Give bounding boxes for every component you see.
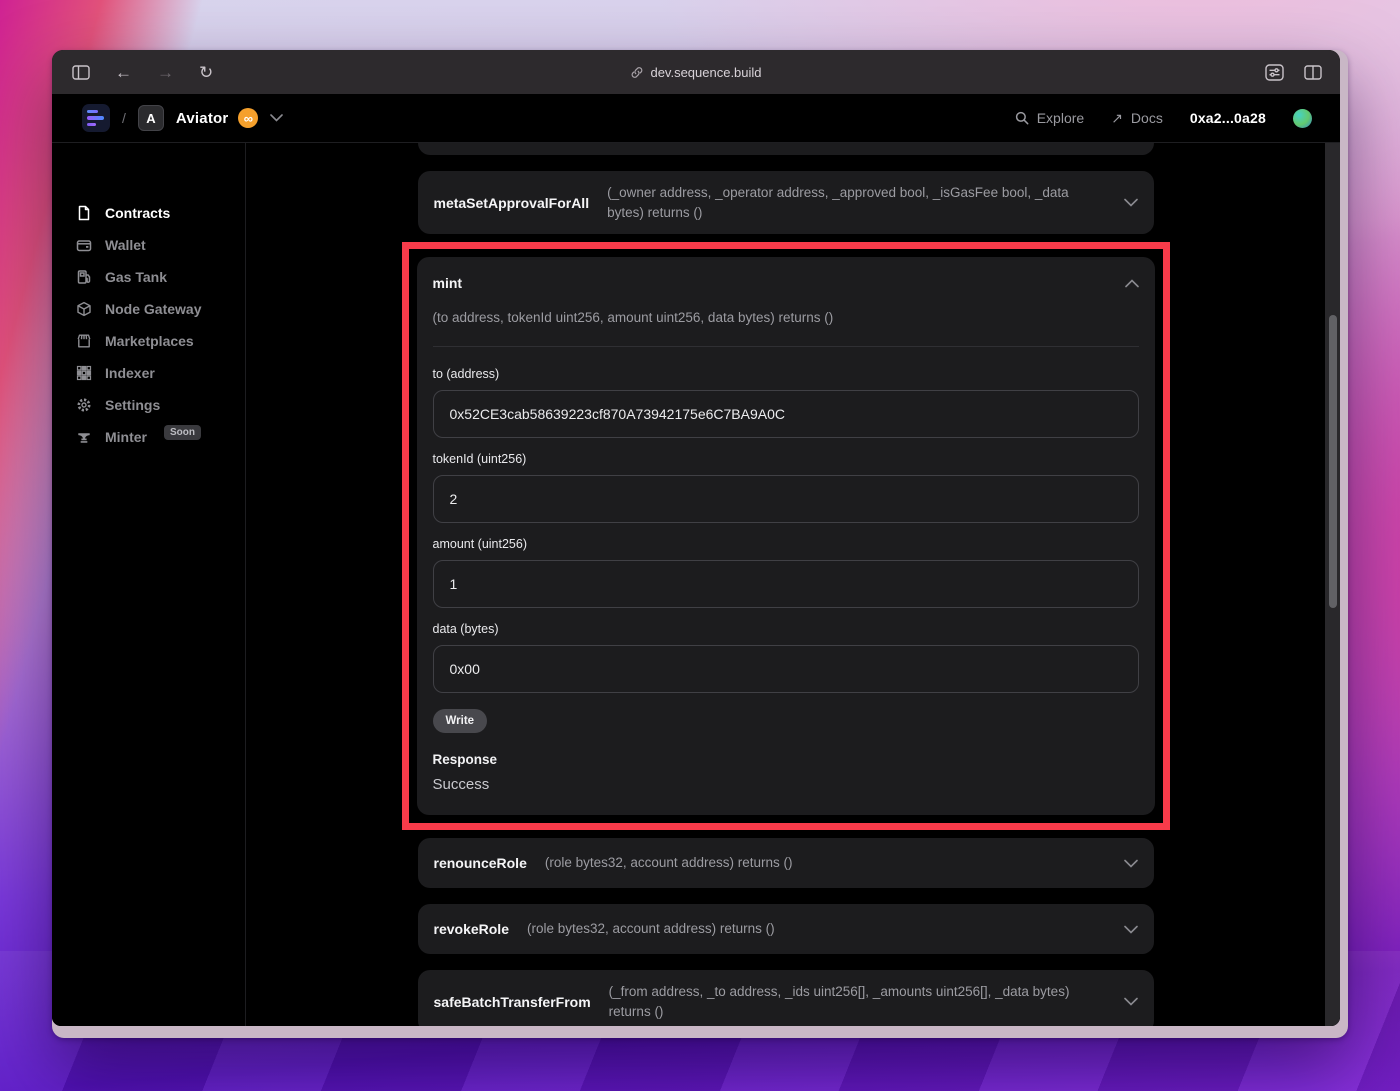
sidebar: Contracts Wallet Gas Tank Node Gateway M… — [52, 143, 246, 1026]
function-signature: (_owner address, _operator address, _app… — [607, 185, 1069, 220]
docs-label: Docs — [1130, 110, 1163, 126]
page-settings-icon[interactable] — [1265, 63, 1284, 81]
split-view-icon[interactable] — [1304, 64, 1322, 80]
sidebar-item-label: Settings — [105, 397, 161, 413]
annotation-highlight-box: mint (to address, tokenId uint256, amoun… — [401, 242, 1170, 831]
function-name: metaSetApprovalForAll — [433, 194, 590, 211]
function-row-revokerole[interactable]: revokeRole (role bytes32, account addres… — [417, 904, 1154, 955]
sidebar-item-node-gateway[interactable]: Node Gateway — [52, 293, 245, 325]
chevron-down-icon[interactable] — [1123, 997, 1138, 1006]
minter-icon — [78, 433, 90, 443]
explore-button[interactable]: Explore — [1015, 110, 1084, 126]
sidebar-item-marketplaces[interactable]: Marketplaces — [52, 325, 245, 357]
node-gateway-icon — [77, 301, 91, 317]
function-name: safeBatchTransferFrom — [433, 993, 591, 1010]
explore-label: Explore — [1036, 110, 1085, 126]
divider — [432, 346, 1139, 348]
soon-badge: Soon — [164, 424, 201, 440]
sidebar-toggle-icon[interactable] — [72, 64, 90, 80]
sidebar-item-minter[interactable]: Minter Soon — [52, 421, 245, 453]
function-name: mint — [432, 275, 463, 292]
sidebar-item-label: Node Gateway — [105, 301, 202, 317]
project-name: Aviator — [175, 109, 229, 127]
field-label-amount: amount (uint256) — [432, 537, 528, 552]
response-value: Success — [432, 776, 490, 794]
function-row-partial[interactable] — [417, 143, 1154, 155]
sidebar-item-indexer[interactable]: Indexer — [52, 357, 245, 389]
write-button[interactable]: Write — [432, 709, 488, 734]
search-icon — [1015, 111, 1029, 125]
indexer-icon — [76, 365, 92, 381]
window-content: ← → ↻ dev.sequence.build / A Aviator ∞ E… — [52, 50, 1340, 1026]
contract-functions-panel: metaSetApprovalForAll (_owner address, _… — [246, 143, 1340, 1026]
reload-icon[interactable]: ↻ — [199, 64, 213, 81]
link-icon — [631, 66, 643, 78]
account-address[interactable]: 0xa2...0a28 — [1190, 110, 1266, 126]
sidebar-item-label: Minter — [105, 429, 147, 445]
function-signature: (to address, tokenId uint256, amount uin… — [432, 310, 834, 326]
address-bar[interactable]: dev.sequence.build — [630, 50, 762, 94]
forward-icon[interactable]: → — [157, 64, 174, 81]
chevron-down-icon[interactable] — [1123, 859, 1138, 868]
sidebar-item-label: Marketplaces — [105, 333, 194, 349]
function-name: revokeRole — [433, 921, 509, 938]
field-label-data: data (bytes) — [432, 622, 499, 637]
function-row-renouncerole[interactable]: renounceRole (role bytes32, account addr… — [417, 838, 1154, 889]
chevron-down-icon[interactable] — [1123, 198, 1138, 207]
function-name: renounceRole — [433, 855, 527, 872]
app-body: Contracts Wallet Gas Tank Node Gateway M… — [52, 143, 1340, 1026]
sidebar-item-gas-tank[interactable]: Gas Tank — [52, 261, 245, 293]
scrollbar-thumb[interactable] — [1328, 315, 1337, 608]
account-avatar[interactable] — [1293, 108, 1312, 128]
sequence-logo-icon[interactable] — [82, 104, 110, 132]
external-arrow-icon: ↗ — [1111, 109, 1123, 126]
marketplaces-icon — [77, 334, 91, 348]
breadcrumb-slash: / — [122, 110, 126, 126]
sidebar-item-wallet[interactable]: Wallet — [52, 229, 245, 261]
network-badge-icon: ∞ — [238, 108, 259, 128]
field-label-to: to (address) — [432, 367, 500, 382]
sidebar-item-label: Indexer — [105, 365, 155, 381]
docs-button[interactable]: ↗ Docs — [1111, 110, 1163, 127]
sidebar-item-contracts[interactable]: Contracts — [52, 197, 245, 229]
amount-input[interactable] — [432, 560, 1139, 609]
project-switcher-chevron-icon[interactable] — [270, 114, 284, 122]
tokenid-input[interactable] — [432, 475, 1139, 524]
browser-toolbar: ← → ↻ dev.sequence.build — [52, 50, 1340, 94]
function-header[interactable]: mint — [433, 275, 1139, 291]
url-text: dev.sequence.build — [650, 64, 762, 80]
function-row-safebatchtransferfrom[interactable]: safeBatchTransferFrom (_from address, _t… — [417, 970, 1154, 1026]
function-row-metasetapprovalforall[interactable]: metaSetApprovalForAll (_owner address, _… — [417, 171, 1154, 235]
sidebar-item-label: Gas Tank — [105, 269, 167, 285]
scrollbar-track[interactable] — [1325, 143, 1340, 1026]
response-label: Response — [432, 752, 498, 768]
data-bytes-input[interactable] — [432, 645, 1139, 694]
browser-window: ← → ↻ dev.sequence.build / A Aviator ∞ E… — [52, 50, 1348, 1038]
back-icon[interactable]: ← — [115, 64, 132, 81]
sidebar-item-label: Contracts — [105, 205, 171, 221]
function-card-mint-expanded: mint (to address, tokenId uint256, amoun… — [416, 257, 1155, 816]
sidebar-item-label: Wallet — [105, 237, 146, 253]
function-signature: (role bytes32, account address) returns … — [526, 921, 775, 937]
function-list: metaSetApprovalForAll (_owner address, _… — [401, 143, 1170, 1026]
contracts-icon — [78, 205, 90, 221]
sidebar-item-settings[interactable]: Settings — [52, 389, 245, 421]
chevron-up-icon[interactable] — [1124, 278, 1139, 288]
function-signature: (role bytes32, account address) returns … — [544, 855, 793, 871]
field-label-tokenid: tokenId (uint256) — [432, 452, 527, 467]
desktop: { "browser": { "url": "dev.sequence.buil… — [0, 0, 1400, 1091]
to-address-input[interactable] — [432, 390, 1139, 439]
project-avatar[interactable]: A — [137, 105, 164, 131]
gas-tank-icon — [77, 270, 91, 284]
chevron-down-icon[interactable] — [1123, 925, 1138, 934]
app-header: / A Aviator ∞ Explore ↗ Docs 0xa2...0a28 — [52, 94, 1340, 143]
function-signature: (_from address, _to address, _ids uint25… — [608, 984, 1070, 1019]
settings-icon — [77, 398, 91, 412]
wallet-icon — [76, 240, 92, 252]
